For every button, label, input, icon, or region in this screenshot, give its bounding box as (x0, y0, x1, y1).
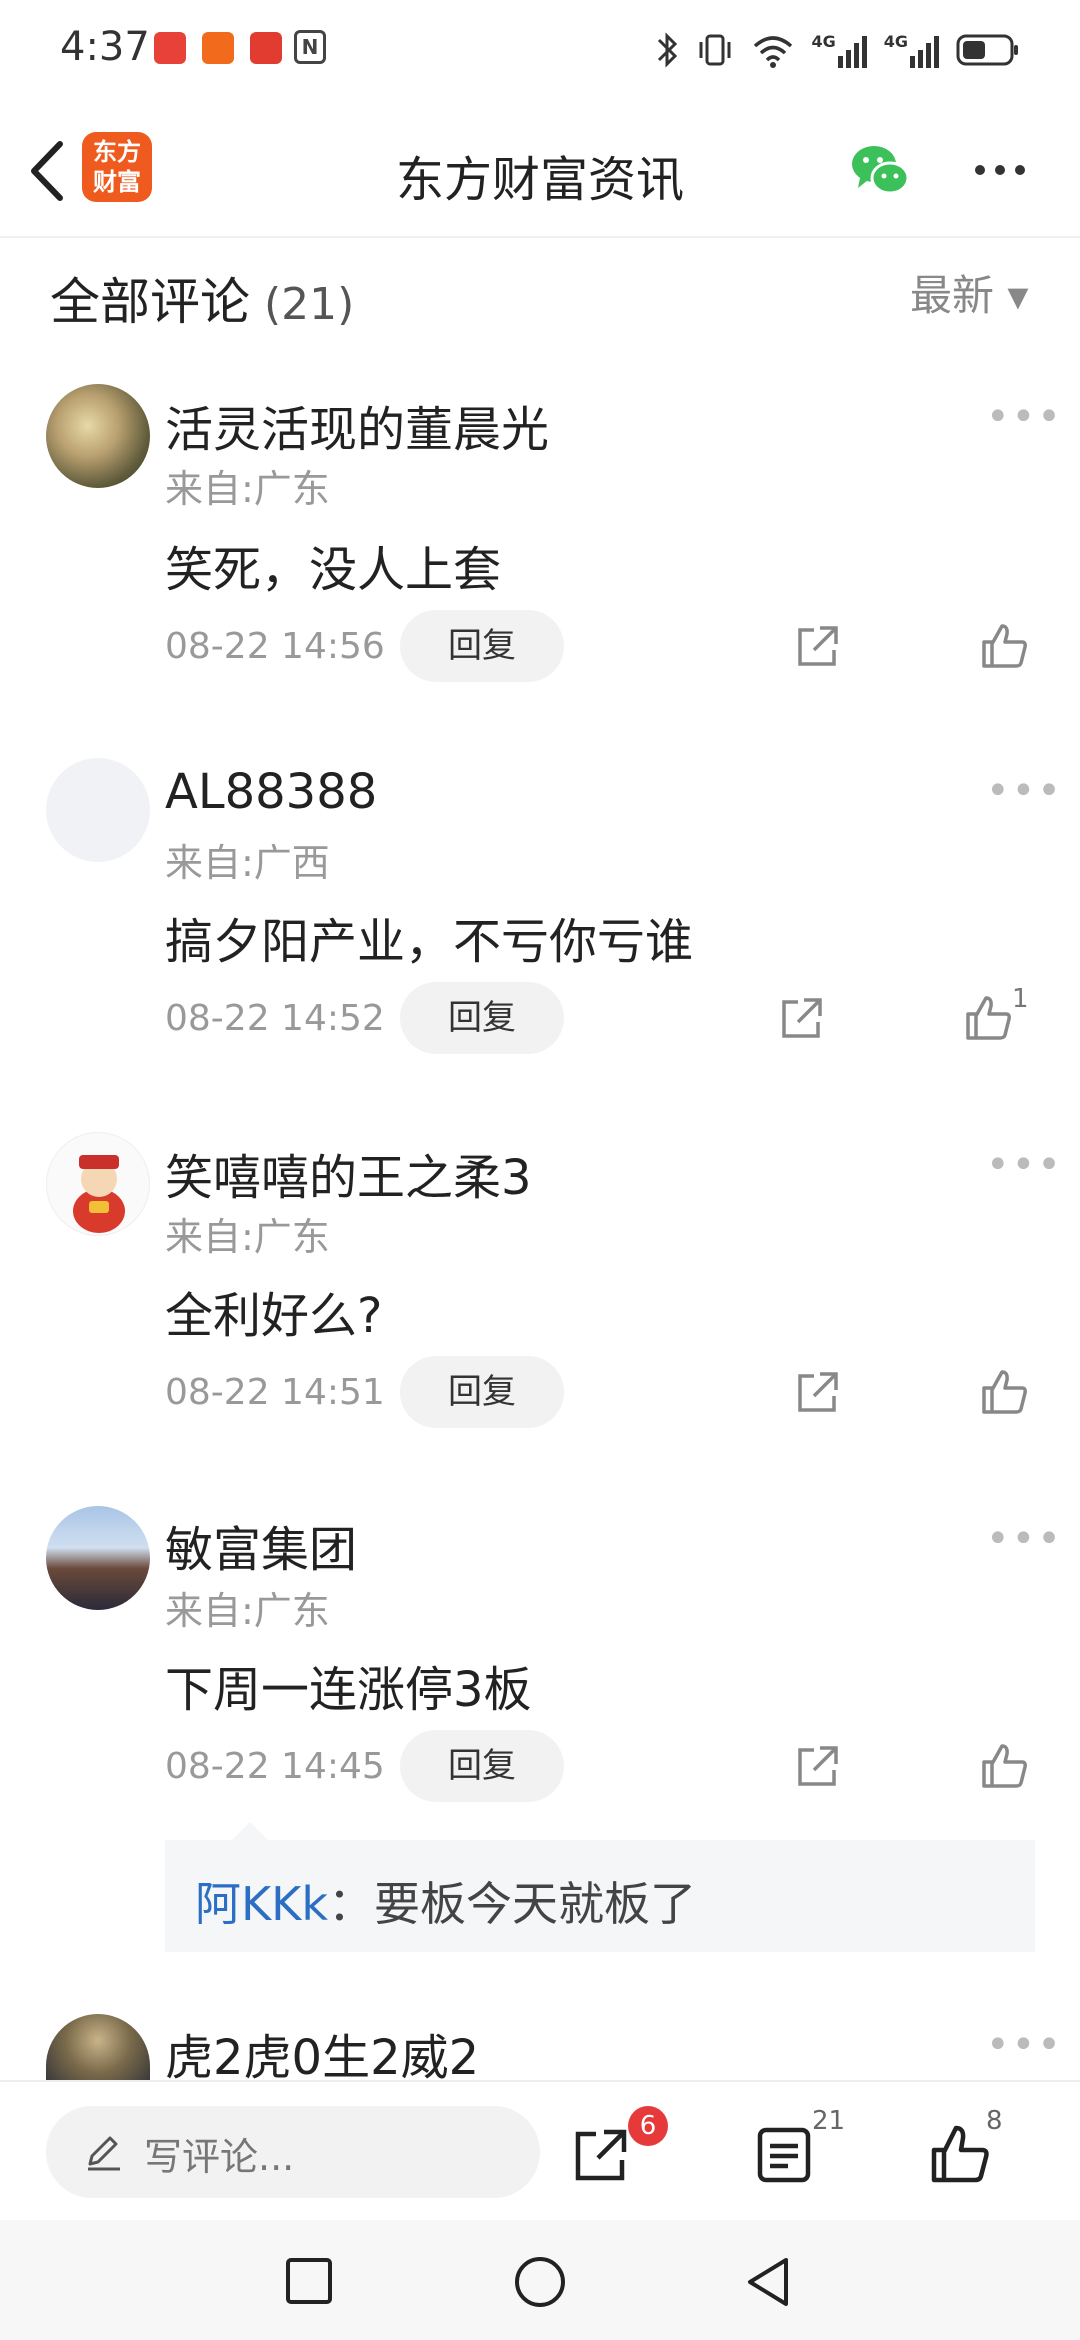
like-count-badge: 8 (986, 2106, 1003, 2136)
comment-location: 来自:广西 (165, 841, 330, 885)
home-icon[interactable] (512, 2254, 568, 2310)
comments-section-title: 全部评论 (21) (50, 262, 354, 334)
avatar[interactable] (46, 1506, 150, 1610)
comments-count-badge: 21 (812, 2106, 846, 2136)
avatar[interactable] (46, 2014, 150, 2080)
comment-username[interactable]: 虎2虎0生2威2 (165, 2018, 479, 2088)
nav-header: 东方财富 东方财富资讯 (0, 110, 1080, 238)
share-count-badge: 6 (628, 2106, 668, 2146)
like-count: 1 (1012, 984, 1029, 1014)
reply-button[interactable]: 回复 (400, 982, 564, 1054)
share-icon[interactable] (792, 1742, 842, 1792)
share-icon[interactable] (792, 622, 842, 672)
comment-input[interactable]: 写评论... (46, 2106, 540, 2198)
wifi-icon (754, 36, 793, 68)
toutiao-icon (250, 32, 282, 64)
comment-username[interactable]: 活灵活现的董晨光 (165, 390, 549, 460)
wechat-icon[interactable] (848, 140, 912, 200)
status-time: 4:37 (60, 24, 150, 70)
comments-count: (21) (264, 279, 355, 330)
pencil-icon (88, 2136, 120, 2171)
bottom-action-bar: 写评论... 6 21 8 (0, 2080, 1080, 2222)
share-icon[interactable] (792, 1368, 842, 1418)
like-icon[interactable] (978, 620, 1030, 672)
bluetooth-icon (658, 32, 678, 68)
sub-reply-username[interactable]: 阿KKk (195, 1877, 328, 1931)
recent-apps-icon[interactable] (284, 2256, 334, 2306)
signal-2: 4G (884, 32, 940, 68)
comment-time: 08-22 14:45 (165, 1746, 385, 1787)
page-title: 东方财富资讯 (395, 152, 684, 208)
vibrate-icon (699, 34, 731, 66)
like-icon[interactable] (962, 992, 1014, 1044)
comment-more-icon[interactable]: ••• (986, 1142, 1063, 1188)
status-icons: 4G 4G (655, 28, 1020, 72)
comment-time: 08-22 14:52 (165, 998, 385, 1039)
battery-icon (956, 34, 1018, 66)
comment-text: 搞夕阳产业，不亏你亏谁 (165, 914, 694, 970)
like-icon[interactable] (928, 2122, 992, 2186)
comment-more-icon[interactable]: ••• (986, 394, 1063, 440)
comment-time: 08-22 14:51 (165, 1372, 385, 1413)
nfc-icon: N (294, 30, 326, 64)
like-icon[interactable] (978, 1366, 1030, 1418)
comment-location: 来自:广东 (165, 1215, 330, 1259)
sub-reply-text: ：要板今天就板了 (327, 1877, 696, 1931)
huawei-app-icon (154, 32, 186, 64)
back-nav-icon[interactable] (742, 2254, 794, 2310)
sub-reply[interactable]: 阿KKk：要板今天就板了 (165, 1840, 1035, 1952)
sort-dropdown[interactable]: 最新 ▾ (910, 262, 1028, 323)
share-icon[interactable] (776, 994, 826, 1044)
comment-more-icon[interactable]: ••• (986, 2022, 1063, 2068)
fortune-god-avatar-icon (73, 1155, 125, 1233)
comment-text: 全利好么? (165, 1288, 383, 1344)
comment-text: 下周一连涨停3板 (165, 1662, 532, 1718)
comment-more-icon[interactable]: ••• (986, 768, 1063, 814)
share-icon[interactable] (570, 2124, 632, 2186)
signal-1: 4G (811, 32, 867, 68)
reply-button[interactable]: 回复 (400, 1356, 564, 1428)
system-nav-bar (0, 2220, 1080, 2340)
comments-icon[interactable] (754, 2124, 814, 2186)
avatar[interactable] (46, 384, 150, 488)
reply-button[interactable]: 回复 (400, 1730, 564, 1802)
comment-username[interactable]: AL88388 (165, 764, 377, 820)
like-icon[interactable] (978, 1740, 1030, 1792)
app-notification-icon (202, 32, 234, 64)
comment-time: 08-22 14:56 (165, 626, 385, 667)
signal-bars-icon (837, 36, 867, 68)
comment-username[interactable]: 敏富集团 (165, 1510, 357, 1580)
comment-input-placeholder: 写评论... (144, 2135, 295, 2179)
comment-text: 笑死，没人上套 (165, 542, 502, 598)
signal-bars-icon (910, 36, 939, 68)
more-icon[interactable] (970, 160, 1030, 180)
comments-title: 全部评论 (50, 273, 250, 331)
reply-button[interactable]: 回复 (400, 610, 564, 682)
sub-reply-pointer (232, 1822, 268, 1840)
comment-location: 来自:广东 (165, 467, 330, 511)
comment-location: 来自:广东 (165, 1589, 330, 1633)
avatar[interactable] (46, 758, 150, 862)
avatar[interactable] (46, 1132, 150, 1236)
status-bar: 4:37 N 4G 4G (0, 0, 1080, 100)
comment-more-icon[interactable]: ••• (986, 1516, 1063, 1562)
comment-username[interactable]: 笑嘻嘻的王之柔3 (165, 1138, 532, 1208)
